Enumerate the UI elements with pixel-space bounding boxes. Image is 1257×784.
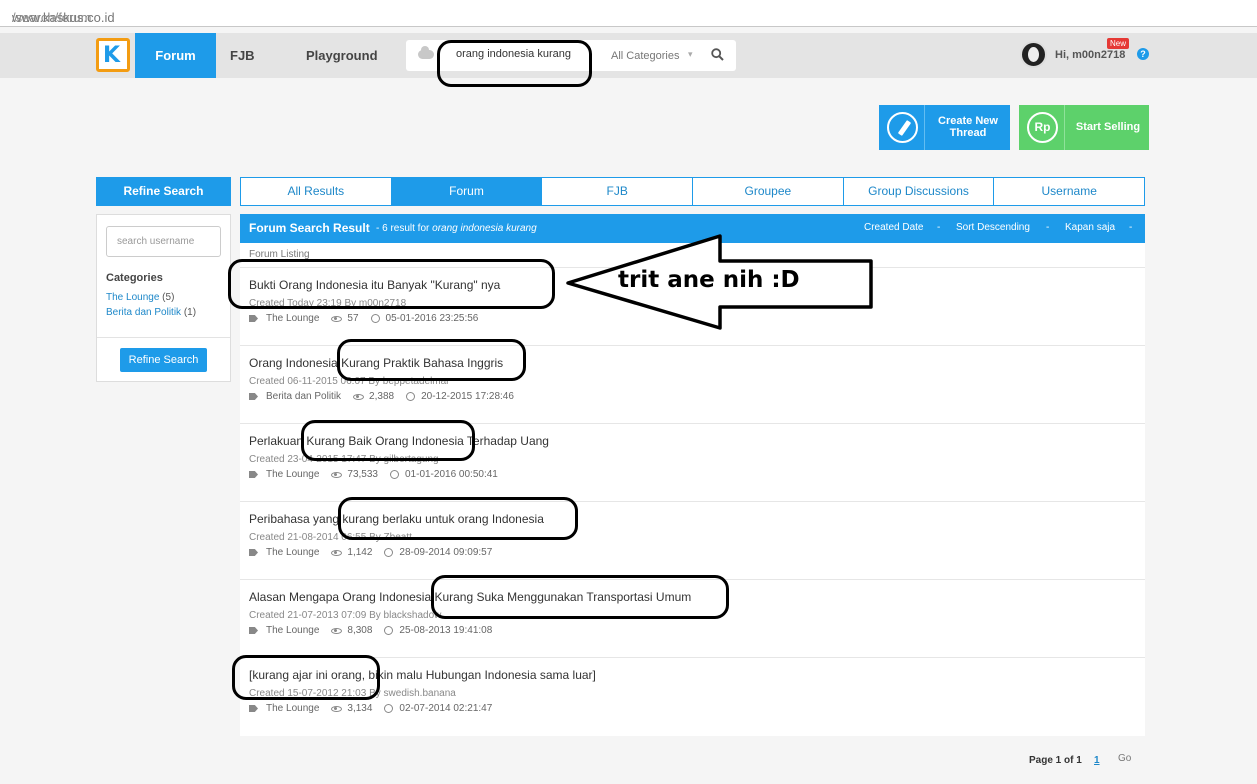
eye-icon <box>353 393 365 400</box>
thread-category[interactable]: The Lounge <box>266 547 319 558</box>
start-selling-label: Start Selling <box>1075 121 1141 133</box>
last-post-time: 02-07-2014 02:21:47 <box>399 703 493 714</box>
sort-date-dropdown[interactable]: Created Date <box>864 222 923 233</box>
refine-search-header: Refine Search <box>96 177 231 206</box>
category-item[interactable]: The Lounge (5) <box>106 292 174 303</box>
browser-url-bar[interactable]: www.kaskus.co.id/search/forum <box>0 0 1257 27</box>
last-post-time: 25-08-2013 19:41:08 <box>399 625 493 636</box>
tab-all-results[interactable]: All Results <box>241 178 392 205</box>
annotation-circle-keyword <box>301 420 475 461</box>
tag-icon <box>249 705 258 712</box>
tab-groupee[interactable]: Groupee <box>693 178 844 205</box>
refine-search-panel: search username Categories The Lounge (5… <box>96 214 231 382</box>
view-count: 1,142 <box>347 547 373 558</box>
thread-category[interactable]: The Lounge <box>266 625 319 636</box>
tab-forum[interactable]: Forum <box>391 178 543 205</box>
divider <box>97 337 230 338</box>
nav-forum-tab[interactable]: Forum <box>135 33 216 78</box>
avatar[interactable] <box>1020 41 1047 68</box>
result-tabs: All Results Forum FJB Groupee Group Disc… <box>240 177 1145 206</box>
sort-time-dropdown[interactable]: Kapan saja <box>1065 222 1115 233</box>
dash: - <box>937 222 941 233</box>
help-icon[interactable]: ? <box>1137 48 1149 60</box>
clock-icon <box>389 470 399 479</box>
nav-playground-tab[interactable]: Playground <box>306 33 378 78</box>
clock-icon <box>384 704 394 713</box>
view-count: 57 <box>347 313 359 324</box>
annotation-circle-keyword <box>337 339 526 381</box>
eye-icon <box>331 549 343 556</box>
clock-icon <box>384 548 394 557</box>
logo-letter: K <box>103 43 121 68</box>
last-post-time: 28-09-2014 09:09:57 <box>399 547 493 558</box>
tab-fjb[interactable]: FJB <box>542 178 694 205</box>
thread-meta: Created 21-07-2013 07:09 By blackshadow <box>249 610 442 621</box>
clock-icon <box>370 314 380 323</box>
kaskus-logo[interactable]: K <box>96 38 130 72</box>
annotation-circle-keyword <box>431 575 729 619</box>
last-post-time: 05-01-2016 23:25:56 <box>385 313 479 324</box>
thread-category[interactable]: Berita dan Politik <box>266 391 341 402</box>
view-count: 73,533 <box>347 469 378 480</box>
results-summary: - 6 result for orang indonesia kurang <box>376 223 537 234</box>
dash: - <box>1046 222 1050 233</box>
sort-order-dropdown[interactable]: Sort Descending <box>956 222 1030 233</box>
annotation-text: trit ane nih :D <box>618 267 800 293</box>
pencil-icon <box>879 105 925 150</box>
annotation-circle-thread <box>228 259 555 309</box>
last-post-time: 01-01-2016 00:50:41 <box>404 469 498 480</box>
cloud-icon <box>418 46 434 59</box>
search-icon[interactable] <box>711 48 724 61</box>
chevron-down-icon[interactable]: ▾ <box>688 49 693 60</box>
username-search-input[interactable]: search username <box>106 226 221 257</box>
view-count: 8,308 <box>347 625 373 636</box>
tag-icon <box>249 471 258 478</box>
new-badge: New <box>1107 38 1130 49</box>
eye-icon <box>331 315 343 322</box>
tag-icon <box>249 315 258 322</box>
pagination: Page 1 of 1 1 Go <box>1029 753 1131 766</box>
start-selling-button[interactable]: Rp Start Selling <box>1019 105 1149 150</box>
url-path: /search/forum <box>12 10 92 25</box>
tab-group-discussions[interactable]: Group Discussions <box>844 178 995 205</box>
page-link[interactable]: 1 <box>1094 755 1100 766</box>
clock-icon <box>384 626 394 635</box>
eye-icon <box>331 471 343 478</box>
annotation-circle-keyword <box>338 497 578 540</box>
refine-search-button[interactable]: Refine Search <box>120 348 207 372</box>
create-thread-label: Create New Thread <box>938 115 998 139</box>
page-indicator: Page 1 of 1 <box>1029 755 1082 766</box>
category-item[interactable]: Berita dan Politik (1) <box>106 307 196 318</box>
user-greeting[interactable]: Hi, m00n2718 <box>1055 49 1125 61</box>
clock-icon <box>406 392 416 401</box>
eye-icon <box>331 705 343 712</box>
eye-icon <box>331 627 343 634</box>
tag-icon <box>249 549 258 556</box>
tab-username[interactable]: Username <box>994 178 1144 205</box>
tag-icon <box>249 627 258 634</box>
tag-icon <box>249 393 258 400</box>
annotation-circle-search <box>437 40 592 87</box>
last-post-time: 20-12-2015 17:28:46 <box>421 391 514 402</box>
thread-category[interactable]: The Lounge <box>266 313 319 324</box>
dash: - <box>1129 222 1133 233</box>
thread-category[interactable]: The Lounge <box>266 469 319 480</box>
rupiah-icon: Rp <box>1019 105 1065 150</box>
view-count: 2,388 <box>369 391 395 402</box>
go-button[interactable]: Go <box>1118 753 1131 764</box>
categories-title: Categories <box>106 272 163 284</box>
results-title: Forum Search Result <box>249 221 370 235</box>
nav-fjb-tab[interactable]: FJB <box>230 33 255 78</box>
view-count: 3,134 <box>347 703 373 714</box>
thread-category[interactable]: The Lounge <box>266 703 319 714</box>
category-select[interactable]: All Categories <box>611 50 679 62</box>
create-thread-button[interactable]: Create New Thread <box>879 105 1010 150</box>
annotation-circle-keyword <box>232 655 380 700</box>
